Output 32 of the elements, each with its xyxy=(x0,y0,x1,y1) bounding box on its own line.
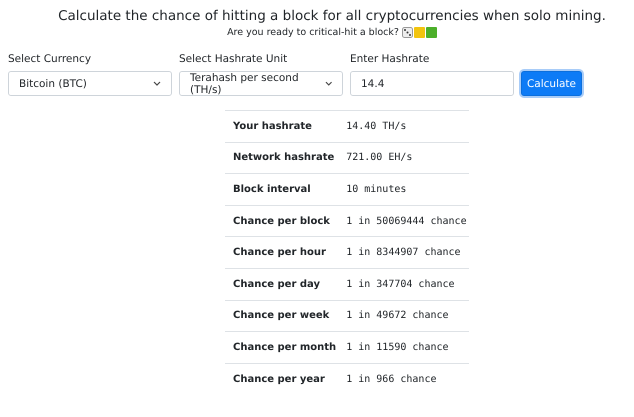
row-label: Chance per day xyxy=(233,278,320,290)
row-value: 14.40 TH/s xyxy=(346,120,406,132)
row-value: 1 in 49672 chance xyxy=(346,310,449,322)
row-value: 1 in 11590 chance xyxy=(346,342,449,353)
square-icon xyxy=(414,27,425,38)
subtitle: Are you ready to critical-hit a block? xyxy=(227,27,399,38)
row-label: Network hashrate xyxy=(233,152,334,164)
field-label: Select Hashrate Unit xyxy=(179,53,288,65)
row-value: 721.00 EH/s xyxy=(346,152,412,164)
input-field[interactable]: 14.4 xyxy=(350,71,514,96)
row-label: Chance per hour xyxy=(233,247,326,258)
chevron-icon xyxy=(324,81,332,86)
row-value: 1 in 347704 chance xyxy=(346,278,455,290)
row-label: Block interval xyxy=(233,184,311,195)
field-label: Enter Hashrate xyxy=(350,53,430,65)
field-label: Select Currency xyxy=(8,53,92,65)
calculate-button[interactable]: Calculate xyxy=(521,71,582,96)
row-value: 1 in 8344907 chance xyxy=(346,247,461,258)
square-icon xyxy=(426,27,437,38)
row-label: Chance per week xyxy=(233,310,330,322)
select-field[interactable]: Bitcoin (BTC) xyxy=(8,71,172,96)
row-value: 10 minutes xyxy=(346,184,406,195)
row-label: Chance per month xyxy=(233,342,336,353)
page-title: Calculate the chance of hitting a block for all cryptocurrencies when solo mining. xyxy=(57,8,607,24)
chevron-icon xyxy=(153,81,161,86)
dice-icon xyxy=(402,27,413,38)
row-value: 1 in 50069444 chance xyxy=(346,216,467,227)
row-label: Your hashrate xyxy=(233,120,312,132)
row-value: 1 in 966 chance xyxy=(346,374,436,385)
row-label: Chance per year xyxy=(233,374,325,385)
row-label: Chance per block xyxy=(233,216,330,227)
select-field[interactable]: Terahash per second (TH/s) xyxy=(179,71,343,96)
